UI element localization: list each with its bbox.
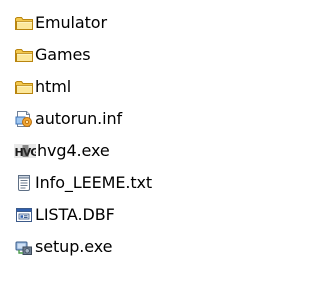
- file-name: hvg4.exe: [37, 141, 110, 160]
- folder-icon: [14, 13, 34, 33]
- dbf-file-icon: [14, 205, 34, 225]
- list-item-emulator[interactable]: Emulator: [14, 7, 152, 39]
- folder-icon: [14, 45, 34, 65]
- file-name: autorun.inf: [35, 109, 123, 128]
- file-name: setup.exe: [35, 237, 113, 256]
- list-item-html[interactable]: html: [14, 71, 152, 103]
- autorun-inf-icon: [14, 109, 34, 129]
- file-list: Emulator Games html autorun.inf hvg4.exe…: [14, 7, 152, 263]
- list-item-games[interactable]: Games: [14, 39, 152, 71]
- file-name: html: [35, 77, 72, 96]
- list-item-info-leeme-txt[interactable]: Info_LEEME.txt: [14, 167, 152, 199]
- list-item-lista-dbf[interactable]: LISTA.DBF: [14, 199, 152, 231]
- folder-icon: [14, 77, 34, 97]
- list-item-hvg4-exe[interactable]: HVG hvg4.exe: [14, 135, 152, 167]
- list-item-autorun-inf[interactable]: autorun.inf: [14, 103, 152, 135]
- list-item-setup-exe[interactable]: setup.exe: [14, 231, 152, 263]
- hvg-app-icon: HVG: [14, 141, 36, 161]
- setup-exe-icon: [14, 237, 34, 257]
- file-name: Info_LEEME.txt: [35, 173, 153, 192]
- file-name: Games: [35, 45, 91, 64]
- text-file-icon: [14, 173, 34, 193]
- file-name: Emulator: [35, 13, 107, 32]
- file-name: LISTA.DBF: [35, 205, 115, 224]
